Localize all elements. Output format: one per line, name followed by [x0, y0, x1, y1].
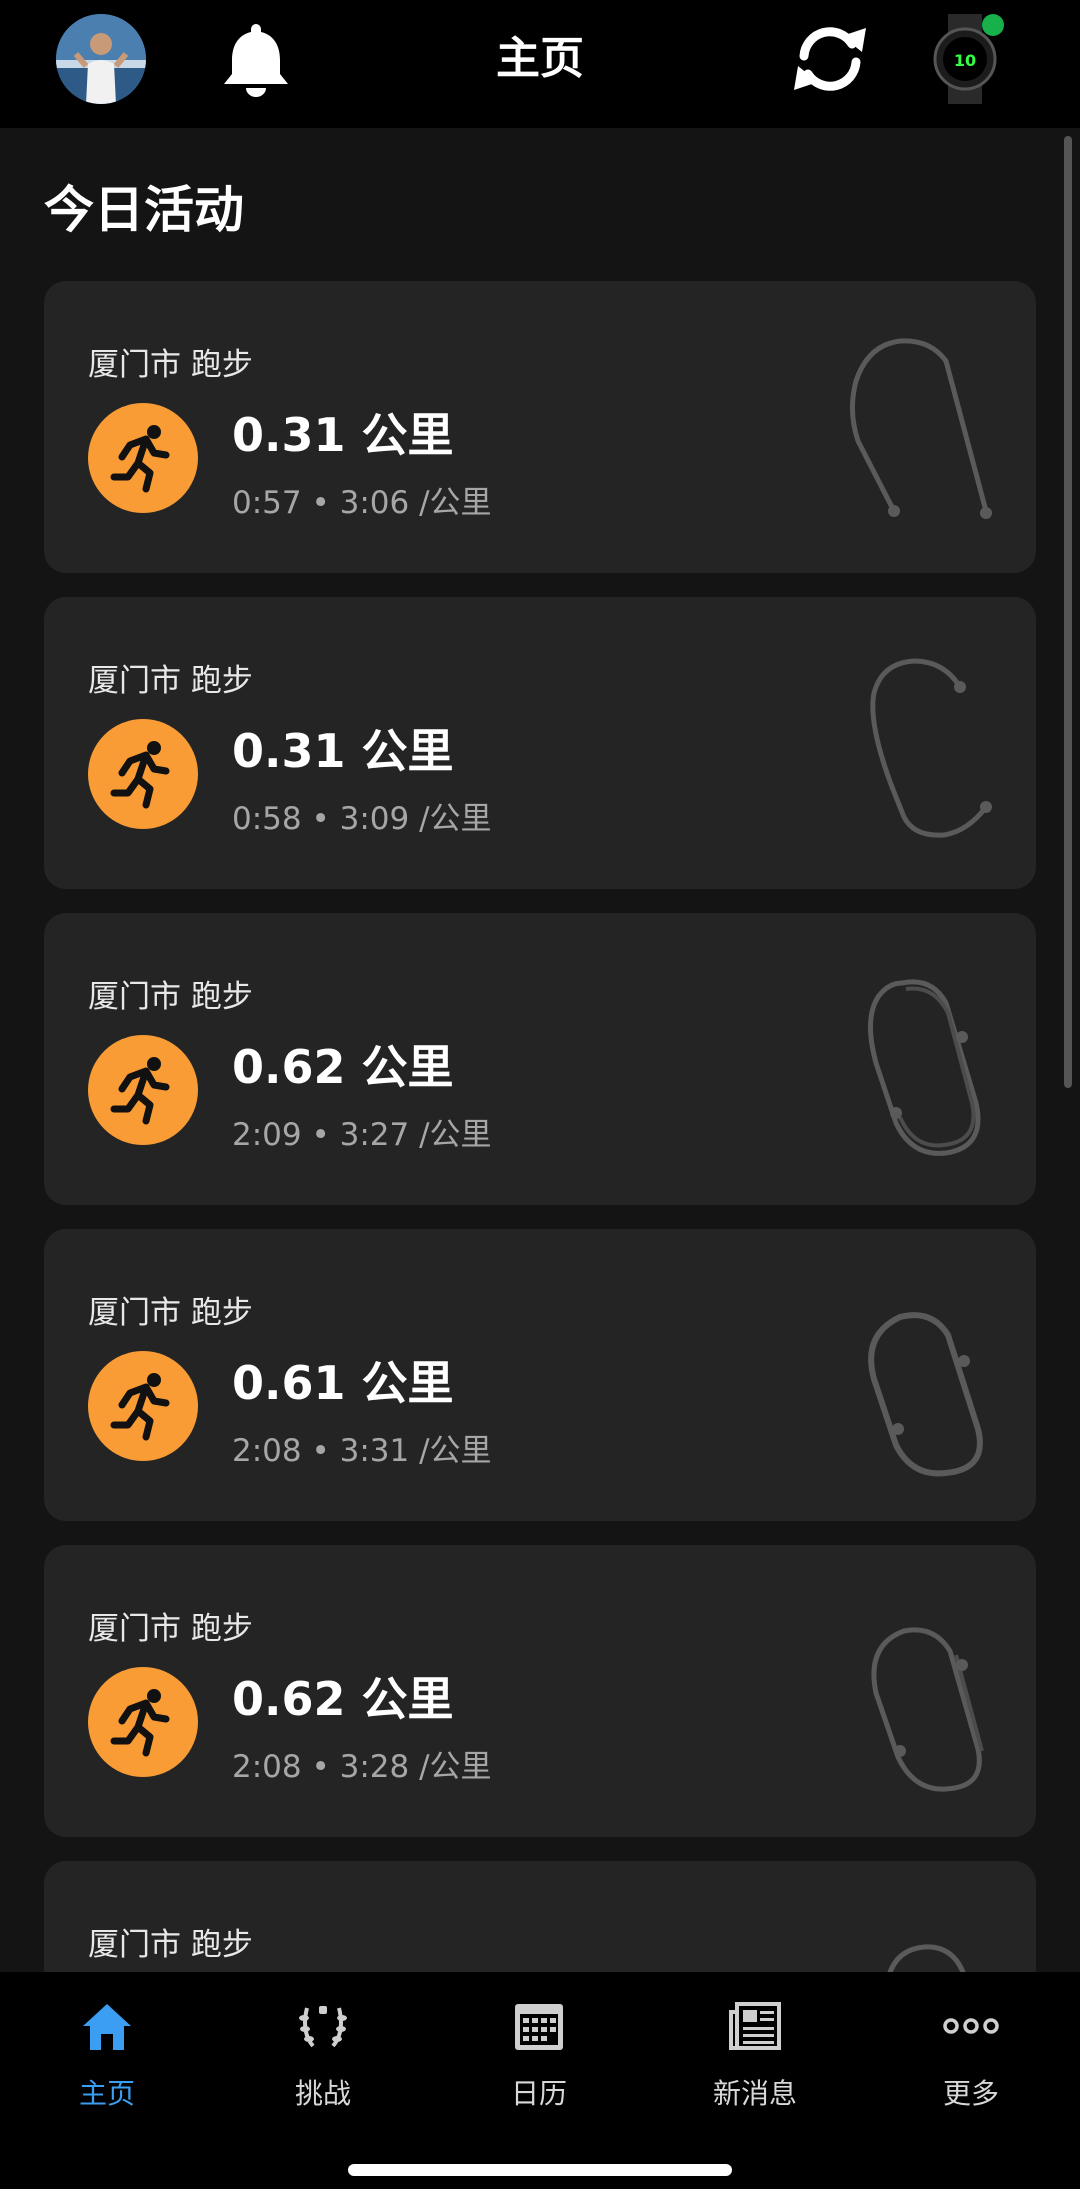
running-icon — [110, 425, 170, 493]
separator-dot: • — [311, 1117, 330, 1153]
activity-location: 厦门市 跑步 — [88, 663, 253, 699]
connection-status-dot — [982, 14, 1004, 36]
laurel-icon — [299, 2006, 347, 2048]
running-icon — [110, 1057, 170, 1125]
nav-label: 新消息 — [712, 2077, 797, 2110]
nav-item-calendar[interactable]: 日历 — [439, 1972, 639, 2122]
activity-pace: 3:27 /公里 — [339, 1117, 492, 1153]
route-map — [871, 1627, 984, 1792]
activity-duration: 0:57 — [232, 485, 302, 521]
nav-item-home[interactable]: 主页 — [7, 1972, 207, 2122]
activity-distance: 0.62 公里 — [232, 1040, 454, 1094]
running-icon-badge — [88, 1667, 198, 1777]
home-icon — [83, 2004, 131, 2050]
activity-pace: 3:06 /公里 — [339, 485, 492, 521]
activity-location: 厦门市 跑步 — [88, 1927, 253, 1963]
nav-label: 更多 — [942, 2077, 999, 2110]
news-icon — [729, 2002, 781, 2050]
section-title: 今日活动 — [44, 181, 244, 239]
more-icon — [943, 2018, 999, 2034]
activity-meta: 2:09 • 3:27 /公里 — [232, 1109, 492, 1154]
activity-card[interactable]: 厦门市 跑步 0.31 公里 0:58 • 3:09 /公里 — [44, 597, 1036, 889]
route-map — [870, 658, 992, 838]
activity-meta: 0:58 • 3:09 /公里 — [232, 793, 492, 838]
top-bar: 主页 10 — [0, 0, 1080, 128]
sync-icon[interactable] — [790, 22, 870, 96]
activity-meta: 2:08 • 3:31 /公里 — [232, 1425, 492, 1470]
activity-duration: 2:08 — [232, 1749, 302, 1785]
activity-location: 厦门市 跑步 — [88, 347, 253, 383]
activity-card[interactable]: 厦门市 跑步 0.61 公里 2:08 • 3:31 /公里 — [44, 1229, 1036, 1521]
activity-duration: 0:58 — [232, 801, 302, 837]
route-map — [867, 979, 981, 1156]
running-icon-badge — [88, 1035, 198, 1145]
scrollbar[interactable] — [1064, 136, 1072, 1088]
activity-card[interactable]: 厦门市 跑步 0.62 公里 2:08 • 3:28 /公里 — [44, 1545, 1036, 1837]
nav-item-more[interactable]: 更多 — [871, 1972, 1071, 2122]
activity-duration: 2:08 — [232, 1433, 302, 1469]
separator-dot: • — [311, 485, 330, 521]
activity-card[interactable]: 厦门市 跑步 0.62 公里 2:09 • 3:27 /公里 — [44, 913, 1036, 1205]
running-icon-badge — [88, 403, 198, 513]
activity-card[interactable]: 厦门市 跑步 0.31 公里 0:57 • 3:06 /公里 — [44, 281, 1036, 573]
activity-location: 厦门市 跑步 — [88, 979, 253, 1015]
activity-distance: 0.62 公里 — [232, 1672, 454, 1726]
activity-distance: 0.31 公里 — [232, 408, 454, 462]
running-icon-badge — [88, 1351, 198, 1461]
route-map — [868, 1312, 983, 1477]
activity-meta: 2:08 • 3:28 /公里 — [232, 1741, 492, 1786]
page-title: 主页 — [496, 33, 584, 84]
activity-duration: 2:09 — [232, 1117, 302, 1153]
separator-dot: • — [311, 1433, 330, 1469]
activity-pace: 3:31 /公里 — [339, 1433, 492, 1469]
activity-location: 厦门市 跑步 — [88, 1611, 253, 1647]
activity-meta: 0:57 • 3:06 /公里 — [232, 477, 492, 522]
activity-distance: 0.61 公里 — [232, 1356, 454, 1410]
activity-distance: 0.31 公里 — [232, 724, 454, 778]
running-icon — [110, 1373, 170, 1441]
calendar-icon — [515, 2004, 563, 2050]
home-indicator — [348, 2164, 732, 2176]
activity-pace: 3:09 /公里 — [339, 801, 492, 837]
route-map — [850, 338, 992, 519]
nav-item-challenges[interactable]: 挑战 — [223, 1972, 423, 2122]
separator-dot: • — [311, 801, 330, 837]
bottom-nav: 主页 挑战 日历 新消息 更多 — [0, 1972, 1080, 2189]
running-icon — [110, 1689, 170, 1757]
nav-label: 主页 — [78, 2077, 135, 2110]
watch-face-value: 10 — [954, 51, 976, 70]
running-icon-badge — [88, 719, 198, 829]
nav-label: 日历 — [510, 2077, 567, 2110]
activity-pace: 3:28 /公里 — [339, 1749, 492, 1785]
separator-dot: • — [311, 1749, 330, 1785]
nav-label: 挑战 — [294, 2077, 351, 2110]
nav-item-news[interactable]: 新消息 — [655, 1972, 855, 2122]
activity-location: 厦门市 跑步 — [88, 1295, 253, 1331]
running-icon — [110, 741, 170, 809]
